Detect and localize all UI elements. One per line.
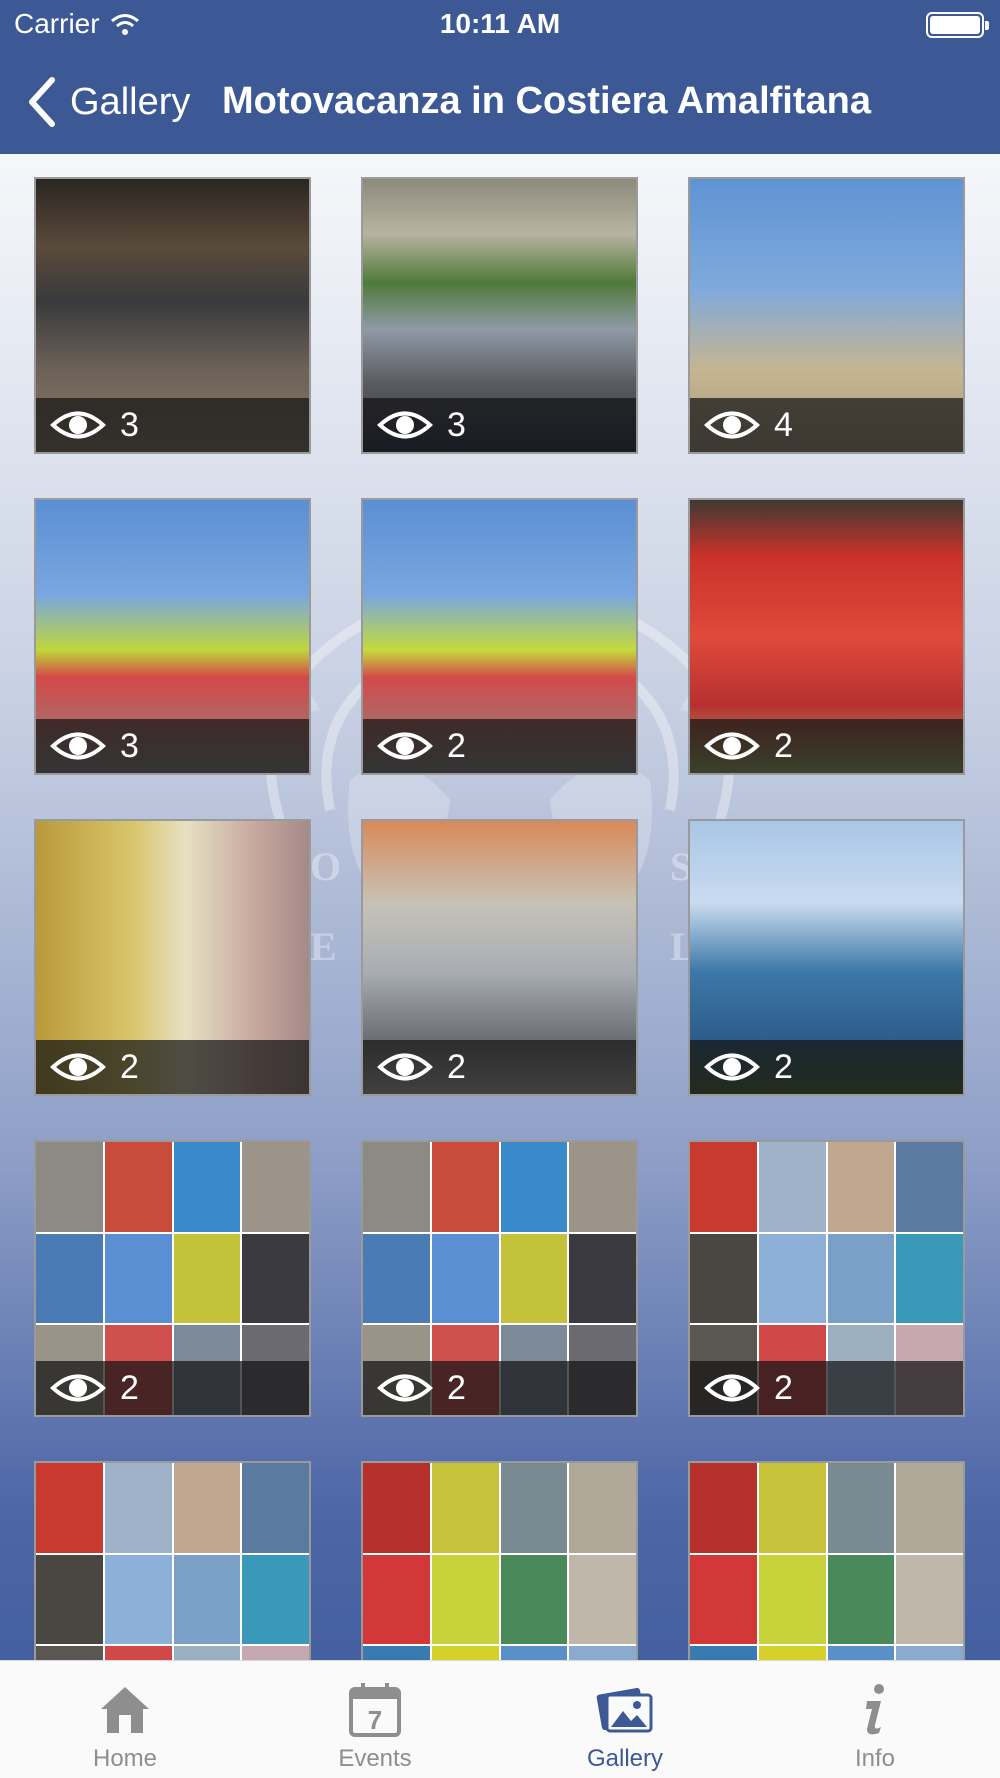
gallery-photo-tile[interactable]: 2: [361, 498, 638, 775]
battery-icon: [926, 12, 989, 38]
eye-icon: [704, 732, 760, 760]
collage-thumbnail: [36, 1463, 309, 1660]
tab-gallery[interactable]: Gallery: [500, 1661, 750, 1778]
view-count-bar: 2: [36, 1361, 309, 1415]
tab-label: Info: [854, 1745, 896, 1772]
gallery-photo-tile[interactable]: 4: [688, 177, 965, 454]
photos-icon: [596, 1687, 653, 1733]
view-count: 2: [774, 1368, 793, 1407]
eye-icon: [50, 1374, 106, 1402]
gallery-grid: 3 3 4 3 2 2 2 2 2 2 2 2: [34, 177, 966, 1660]
tab-label: Home: [92, 1745, 158, 1772]
tab-label: Events: [338, 1745, 412, 1772]
gallery-photo-tile[interactable]: 2: [688, 1140, 965, 1417]
gallery-photo-tile[interactable]: 3: [34, 498, 311, 775]
gallery-photo-tile[interactable]: 3: [361, 177, 638, 454]
view-count-bar: 2: [690, 1040, 963, 1094]
eye-icon: [704, 1053, 760, 1081]
collage-thumbnail: [690, 1463, 963, 1660]
eye-icon: [50, 1053, 106, 1081]
eye-icon: [377, 1374, 433, 1402]
view-count-bar: 4: [690, 398, 963, 452]
back-button[interactable]: Gallery: [26, 74, 190, 130]
page-title: Motovacanza in Costiera Amalfitana: [222, 80, 871, 122]
calendar-day: 7: [368, 1705, 382, 1735]
view-count: 2: [774, 1047, 793, 1086]
status-time: 10:11 AM: [439, 8, 561, 39]
calendar-icon: 7: [349, 1683, 401, 1737]
view-count: 2: [447, 1368, 466, 1407]
view-count-bar: 2: [363, 1361, 636, 1415]
gallery-photo-tile[interactable]: 2: [361, 1140, 638, 1417]
view-count-bar: 2: [363, 719, 636, 773]
eye-icon: [50, 732, 106, 760]
eye-icon: [377, 732, 433, 760]
gallery-photo-tile[interactable]: 2: [361, 819, 638, 1096]
gallery-photo-tile[interactable]: [688, 1461, 965, 1660]
view-count-bar: 2: [690, 1361, 963, 1415]
tab-label: Gallery: [586, 1745, 664, 1772]
view-count-bar: 2: [36, 1040, 309, 1094]
view-count: 3: [120, 726, 139, 765]
view-count: 2: [447, 726, 466, 765]
view-count: 2: [447, 1047, 466, 1086]
view-count: 2: [774, 726, 793, 765]
eye-icon: [50, 411, 106, 439]
view-count-bar: 3: [363, 398, 636, 452]
view-count-bar: 2: [363, 1040, 636, 1094]
tab-info[interactable]: Info: [750, 1661, 1000, 1778]
tab-bar: Home 7 Events Gallery Info: [0, 1660, 1000, 1778]
eye-icon: [377, 1053, 433, 1081]
tab-events[interactable]: 7 Events: [250, 1661, 500, 1778]
collage-thumbnail: [363, 1463, 636, 1660]
view-count-bar: 2: [690, 719, 963, 773]
eye-icon: [704, 1374, 760, 1402]
status-bar: Carrier 10:11 AM: [0, 0, 1000, 50]
gallery-photo-tile[interactable]: [34, 1461, 311, 1660]
view-count: 3: [447, 405, 466, 444]
view-count: 2: [120, 1368, 139, 1407]
back-label: Gallery: [70, 80, 191, 123]
header: Carrier 10:11 AM Gallery Motovacanza in …: [0, 0, 1000, 154]
gallery-photo-tile[interactable]: [361, 1461, 638, 1660]
view-count: 3: [120, 405, 139, 444]
gallery-photo-tile[interactable]: 2: [688, 498, 965, 775]
eye-icon: [377, 411, 433, 439]
nav-bar: Gallery Motovacanza in Costiera Amalfita…: [0, 62, 1000, 142]
chevron-left-icon: [29, 77, 55, 127]
view-count: 4: [774, 405, 793, 444]
home-icon: [101, 1687, 149, 1733]
gallery-photo-tile[interactable]: 2: [688, 819, 965, 1096]
tab-home[interactable]: Home: [0, 1661, 250, 1778]
eye-icon: [704, 411, 760, 439]
view-count-bar: 3: [36, 719, 309, 773]
gallery-photo-tile[interactable]: 2: [34, 819, 311, 1096]
info-icon: [866, 1684, 884, 1735]
gallery-photo-tile[interactable]: 3: [34, 177, 311, 454]
gallery-photo-tile[interactable]: 2: [34, 1140, 311, 1417]
view-count-bar: 3: [36, 398, 309, 452]
view-count: 2: [120, 1047, 139, 1086]
